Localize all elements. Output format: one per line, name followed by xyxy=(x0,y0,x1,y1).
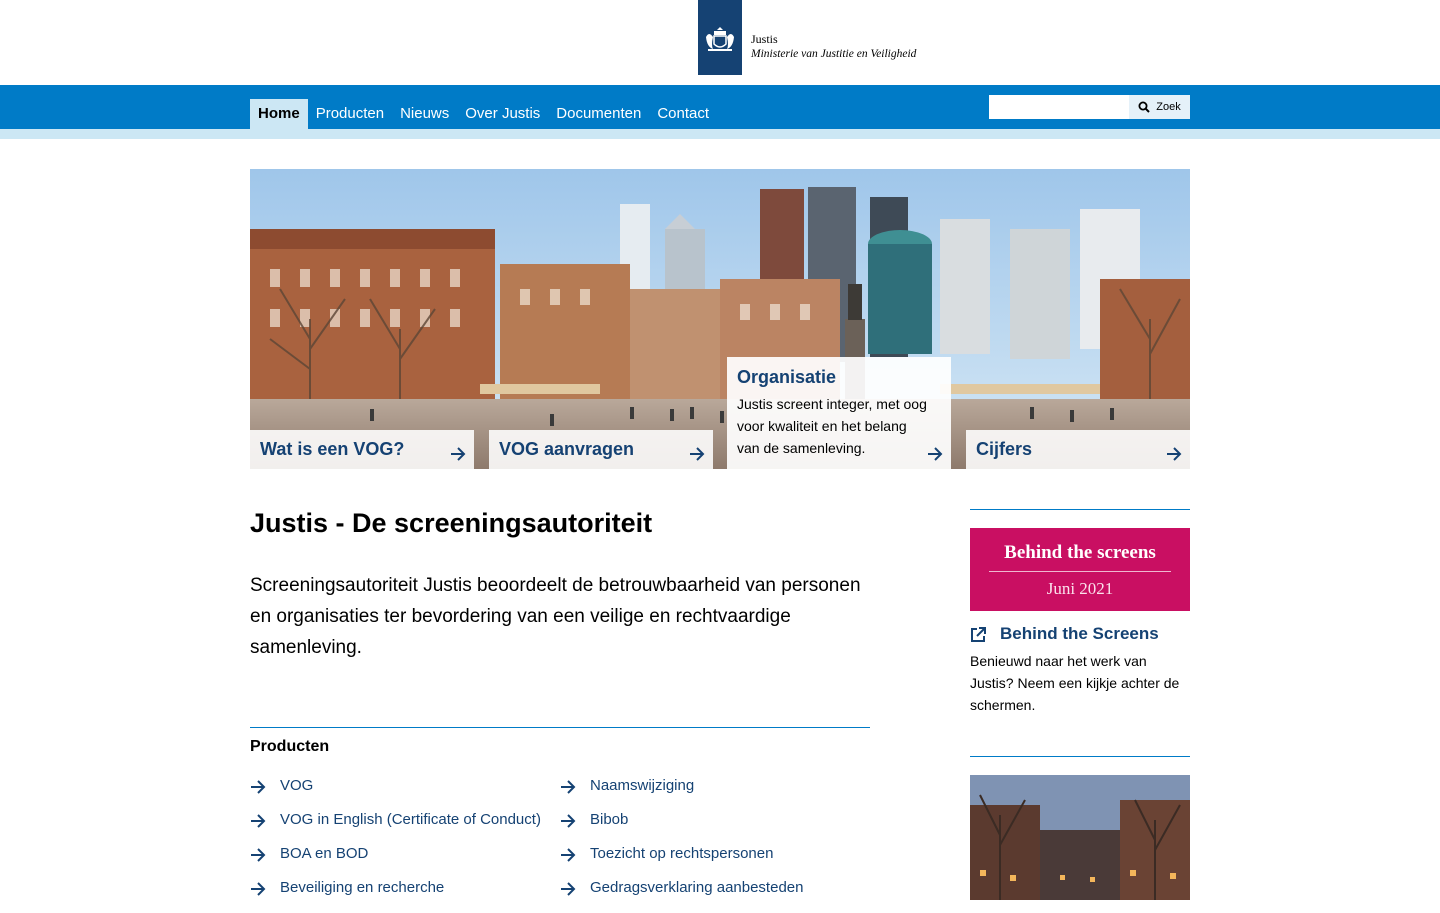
tile-organisatie[interactable]: Organisatie Justis screent integer, met … xyxy=(727,357,951,469)
search-input[interactable] xyxy=(989,95,1129,119)
tile-description: Justis screent integer, met oog voor kwa… xyxy=(737,396,927,456)
canal-evening-image[interactable] xyxy=(970,775,1190,900)
coat-of-arms-icon xyxy=(698,0,742,75)
tile-wat-is-een-vog[interactable]: Wat is een VOG? xyxy=(250,430,474,469)
product-link-label: VOG in English (Certificate of Conduct) xyxy=(280,811,541,828)
product-link-label: Beveiliging en recherche xyxy=(280,879,445,896)
hero-image xyxy=(250,169,1190,469)
nav-item-over-justis[interactable]: Over Justis xyxy=(457,99,548,129)
tile-label: VOG aanvragen xyxy=(499,439,635,459)
site-header: Justis Ministerie van Justitie en Veilig… xyxy=(0,0,1440,85)
arrow-right-icon xyxy=(251,848,266,862)
side-link-label: Behind the Screens xyxy=(1000,624,1159,643)
page-title: Justis - De screeningsautoriteit xyxy=(250,508,653,538)
product-link-boa-bod[interactable]: BOA en BOD xyxy=(250,845,541,879)
product-link-label: Gedragsverklaring aanbesteden xyxy=(590,879,804,896)
arrow-right-icon xyxy=(561,780,576,794)
arrow-right-icon xyxy=(251,780,266,794)
products-title: Producten xyxy=(250,738,330,755)
logo[interactable]: Justis Ministerie van Justitie en Veilig… xyxy=(698,0,916,75)
product-link-vog-english[interactable]: VOG in English (Certificate of Conduct) xyxy=(250,811,541,845)
product-link-naamswijziging[interactable]: Naamswijziging xyxy=(560,777,803,811)
search-button-label: Zoek xyxy=(1156,101,1181,113)
product-link-beveiliging[interactable]: Beveiliging en recherche xyxy=(250,879,541,913)
arrow-right-icon xyxy=(251,814,266,828)
nav-item-home[interactable]: Home xyxy=(250,99,308,129)
products-list-right: Naamswijziging Bibob Toezicht op rechtsp… xyxy=(560,777,803,913)
product-link-vog[interactable]: VOG xyxy=(250,777,541,811)
product-link-toezicht[interactable]: Toezicht op rechtspersonen xyxy=(560,845,803,879)
search-icon xyxy=(1138,101,1150,113)
main-navigation: Home Producten Nieuws Over Justis Docume… xyxy=(0,85,1440,129)
product-link-label: Toezicht op rechtspersonen xyxy=(590,845,774,862)
nav-item-contact[interactable]: Contact xyxy=(649,99,717,129)
product-link-label: Naamswijziging xyxy=(590,777,695,794)
external-link-icon xyxy=(971,626,986,642)
tile-label: Cijfers xyxy=(976,439,1033,459)
tile-label: Wat is een VOG? xyxy=(260,439,405,459)
promo-title: Behind the screens xyxy=(1004,542,1156,563)
search-form: Zoek xyxy=(989,95,1190,119)
sidebar-divider-2 xyxy=(970,756,1190,757)
arrow-right-icon xyxy=(1167,447,1182,461)
org-subtitle: Ministerie van Justitie en Veiligheid xyxy=(751,48,917,60)
side-link-description: Benieuwd naar het werk van Justis? Neem … xyxy=(970,653,1180,713)
behind-the-screens-banner[interactable]: Behind the screens Juni 2021 xyxy=(970,528,1190,611)
nav-item-nieuws[interactable]: Nieuws xyxy=(392,99,457,129)
tile-cijfers[interactable]: Cijfers xyxy=(966,430,1190,469)
arrow-right-icon xyxy=(451,447,466,461)
divider xyxy=(250,727,870,728)
hero-banner: Wat is een VOG? VOG aanvragen Organisati… xyxy=(250,169,1190,469)
products-list-left: VOG VOG in English (Certificate of Condu… xyxy=(250,777,541,913)
nav-sub-bar xyxy=(0,129,1440,139)
arrow-right-icon xyxy=(928,447,943,461)
promo-date: Juni 2021 xyxy=(1046,579,1114,598)
behind-the-screens-link[interactable]: Behind the Screens xyxy=(970,624,1159,644)
product-link-label: Bibob xyxy=(590,811,629,828)
tile-label: Organisatie xyxy=(737,367,837,387)
arrow-right-icon xyxy=(690,447,705,461)
product-link-gedragsverklaring[interactable]: Gedragsverklaring aanbesteden xyxy=(560,879,803,913)
arrow-right-icon xyxy=(561,848,576,862)
search-button[interactable]: Zoek xyxy=(1129,95,1190,119)
nav-item-documenten[interactable]: Documenten xyxy=(548,99,649,129)
org-name: Justis xyxy=(751,32,778,46)
tile-vog-aanvragen[interactable]: VOG aanvragen xyxy=(489,430,713,469)
product-link-bibob[interactable]: Bibob xyxy=(560,811,803,845)
promo-divider xyxy=(989,571,1171,572)
intro-text: Screeningsautoriteit Justis beoordeelt d… xyxy=(250,575,861,658)
sidebar-divider xyxy=(970,509,1190,510)
product-link-label: BOA en BOD xyxy=(280,845,369,862)
nav-item-producten[interactable]: Producten xyxy=(308,99,392,129)
product-link-label: VOG xyxy=(280,777,314,794)
arrow-right-icon xyxy=(251,882,266,896)
arrow-right-icon xyxy=(561,814,576,828)
arrow-right-icon xyxy=(561,882,576,896)
